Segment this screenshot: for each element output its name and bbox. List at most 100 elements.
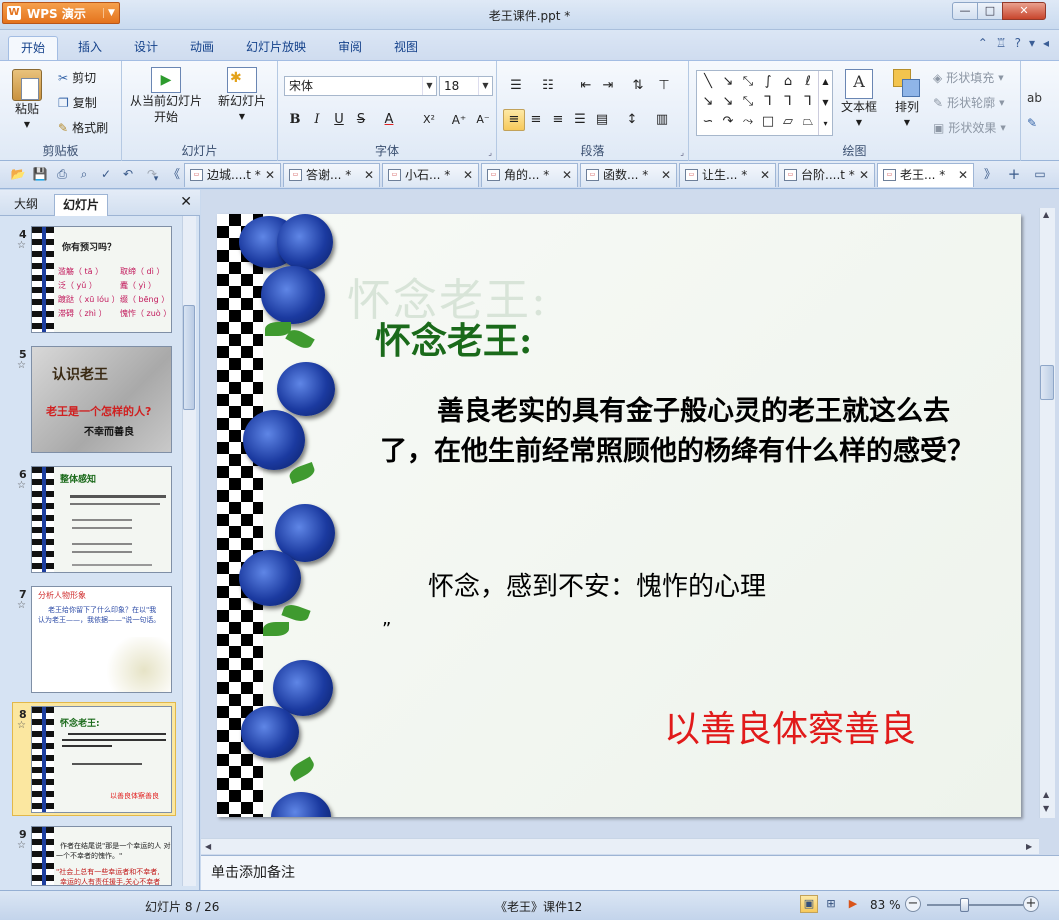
curved-arrow-icon[interactable]: ↷ [719,113,737,131]
double-arrow-shape-icon[interactable]: ⤡ [739,73,757,91]
rectangle-shape-icon[interactable]: □ [759,113,777,131]
play-from-current-button[interactable]: ▶ 从当前幻灯片 开始 [130,67,202,125]
maximize-button[interactable]: □ [977,2,1003,20]
paste-button[interactable]: 粘贴 ▼ [12,69,42,133]
close-panel-icon[interactable]: ✕ [180,194,192,210]
arrange-button[interactable]: 排列 ▼ [893,69,921,131]
slide-thumbnail[interactable]: 分析人物形象 老王给你留下了什么印象？在以"我 认为老王——，我依据——"说一句… [31,586,172,693]
spellcheck-icon[interactable]: ✓ [98,166,114,182]
close-icon[interactable]: ✕ [463,164,473,186]
justify-button[interactable]: ☰ [569,109,591,131]
print-preview-icon[interactable]: ⌕ [76,166,92,182]
thumbnail-scrollbar-thumb[interactable] [183,305,195,410]
font-color-button[interactable]: A [378,109,400,131]
doc-tab[interactable]: ▭ 让生... * ✕ [679,163,776,187]
tab-list-icon[interactable]: ▭ [1032,166,1048,182]
close-button[interactable]: ✕ [1002,2,1046,20]
tabs-right-icon[interactable]: 》 [982,166,998,182]
elbow-double-arrow-icon[interactable]: ⤡ [739,93,757,111]
close-icon[interactable]: ✕ [859,164,869,186]
align-text-button[interactable]: ⊤ [653,75,675,97]
open-icon[interactable]: 📂 [10,166,26,182]
scroll-up-icon[interactable]: ▲ [1043,210,1049,219]
doc-tab[interactable]: ▭ 角的... * ✕ [481,163,578,187]
zoom-in-button[interactable]: + [1023,896,1039,912]
collapse-ribbon-icon[interactable]: ⌃ [978,36,988,50]
numbering-button[interactable]: ☷ [537,75,559,97]
vertical-scrollbar-thumb[interactable] [1040,365,1054,400]
tab-home[interactable]: 开始 [8,36,59,60]
bullets-button[interactable]: ☰ [505,75,527,97]
replace-icon[interactable]: ✎ [1027,116,1037,130]
strikethrough-button[interactable]: S [350,109,372,131]
connector-double-icon[interactable]: ⅂ [799,93,817,111]
italic-button[interactable]: I [306,109,328,131]
text-direction-button[interactable]: ⇅ [627,75,649,97]
slide-thumbnail-selected[interactable]: 怀念老王: 以善良体察善良 [31,706,172,813]
scroll-right-icon[interactable]: ▶ [1026,842,1032,851]
freeform-shape-icon[interactable]: ⌂ [779,73,797,91]
textbox-button[interactable]: A 文本框 ▼ [841,69,877,131]
more-icon[interactable]: ◂ [1043,36,1049,50]
bold-button[interactable]: B [284,109,306,131]
shape-fill-button[interactable]: ◈ 形状填充 ▼ [933,69,1004,86]
doc-tab-active[interactable]: ▭ 老王... * ✕ [877,163,974,187]
zoom-slider-knob[interactable] [960,898,969,912]
slide-thumbnail[interactable]: 你有预习吗？ 滥觞（ tā ） 取缔（ dì ） 泛（ yǔ ） 蠹（ yì ）… [31,226,172,333]
doc-tab[interactable]: ▭ 函数... * ✕ [580,163,677,187]
curve-shape-icon[interactable]: ∫ [759,73,777,91]
dialog-launcher-icon[interactable]: ⌟ [488,148,492,157]
tab-design[interactable]: 设计 [122,36,170,60]
slide-sorter-button[interactable]: ⊞ [822,895,840,913]
superscript-button[interactable]: X² [418,109,440,131]
cut-button[interactable]: ✂ 剪切 [58,69,96,86]
format-painter-button[interactable]: ✎ 格式刷 [58,119,108,136]
scribble-shape-icon[interactable]: ℓ [799,73,817,91]
minimize-button[interactable]: — [952,2,978,20]
tab-slideshow[interactable]: 幻灯片放映 [234,36,318,60]
slide-thumbnail[interactable]: 认识老王 老王是一个怎样的人? 不幸而善良 [31,346,172,453]
decrease-indent-button[interactable]: ⇤ [575,75,597,97]
line-spacing-button[interactable]: ↕ [621,109,643,131]
page-up-icon[interactable]: ▲ [1043,790,1049,799]
notes-pane[interactable]: 单击添加备注 [201,855,1059,890]
doc-tab[interactable]: ▭ 答谢... * ✕ [283,163,380,187]
align-center-button[interactable]: ≡ [525,109,547,131]
grow-font-button[interactable]: A⁺ [448,109,470,131]
shapes-gallery[interactable]: ╲ ↘ ⤡ ∫ ⌂ ℓ ↘ ↘ ⤡ ⅂ ⅂ ⅂ ∽ ↷ ⤳ □ ▱ ⏢ ▲ ▼ ▾ [696,70,833,136]
slide-thumbnail[interactable]: 整体感知 [31,466,172,573]
shape-outline-button[interactable]: ✎ 形状轮廓 ▼ [933,94,1004,111]
tab-insert[interactable]: 插入 [66,36,114,60]
help-icon[interactable]: ? [1015,36,1021,50]
font-size-select[interactable]: 18 ▼ [439,76,493,96]
close-icon[interactable]: ✕ [562,164,572,186]
zoom-out-button[interactable]: − [905,896,921,912]
more-ribbon-icon[interactable]: ab [1027,91,1042,105]
slideshow-button[interactable]: ▶ [844,895,862,913]
close-icon[interactable]: ✕ [958,164,968,186]
parallelogram-shape-icon[interactable]: ▱ [779,113,797,131]
elbow-connector-icon[interactable]: ↘ [699,93,717,111]
shape-effect-button[interactable]: ▣ 形状效果 ▼ [933,119,1006,136]
connector-arrow-icon[interactable]: ⅂ [779,93,797,111]
slide-thumbnail[interactable]: 作者在结尾说"那是一个幸运的人 对 一个不幸者的愧怍。" "社会上总有一些幸运者… [31,826,172,886]
elbow-arrow-icon[interactable]: ↘ [719,93,737,111]
slide-quote-mark[interactable]: ” [382,619,391,640]
print-icon[interactable]: ⎙ [54,166,70,182]
align-right-button[interactable]: ≡ [547,109,569,131]
slide-canvas[interactable]: 怀念老王: 怀念老王: 善良老实的具有金子般心灵的老王就这么去了，在他生前经常照… [217,214,1021,817]
new-tab-icon[interactable]: + [1006,166,1022,182]
tab-review[interactable]: 审阅 [326,36,374,60]
slide-answer-text[interactable]: 怀念，感到不安：愧怍的心理 [428,566,766,603]
scroll-left-icon[interactable]: ◀ [205,842,211,851]
tab-slides[interactable]: 幻灯片 [54,194,109,216]
shrink-font-button[interactable]: A⁻ [472,109,494,131]
arrow-shape-icon[interactable]: ↘ [719,73,737,91]
customize-icon[interactable]: ▾ [148,171,164,187]
save-icon[interactable]: 💾 [32,166,48,182]
underline-button[interactable]: U [328,109,350,131]
align-left-button[interactable]: ≡ [503,109,525,131]
zoom-slider[interactable] [927,904,1023,906]
tab-animation[interactable]: 动画 [178,36,226,60]
gallery-scroll-icon[interactable]: ▲ ▼ ▾ [818,71,832,135]
